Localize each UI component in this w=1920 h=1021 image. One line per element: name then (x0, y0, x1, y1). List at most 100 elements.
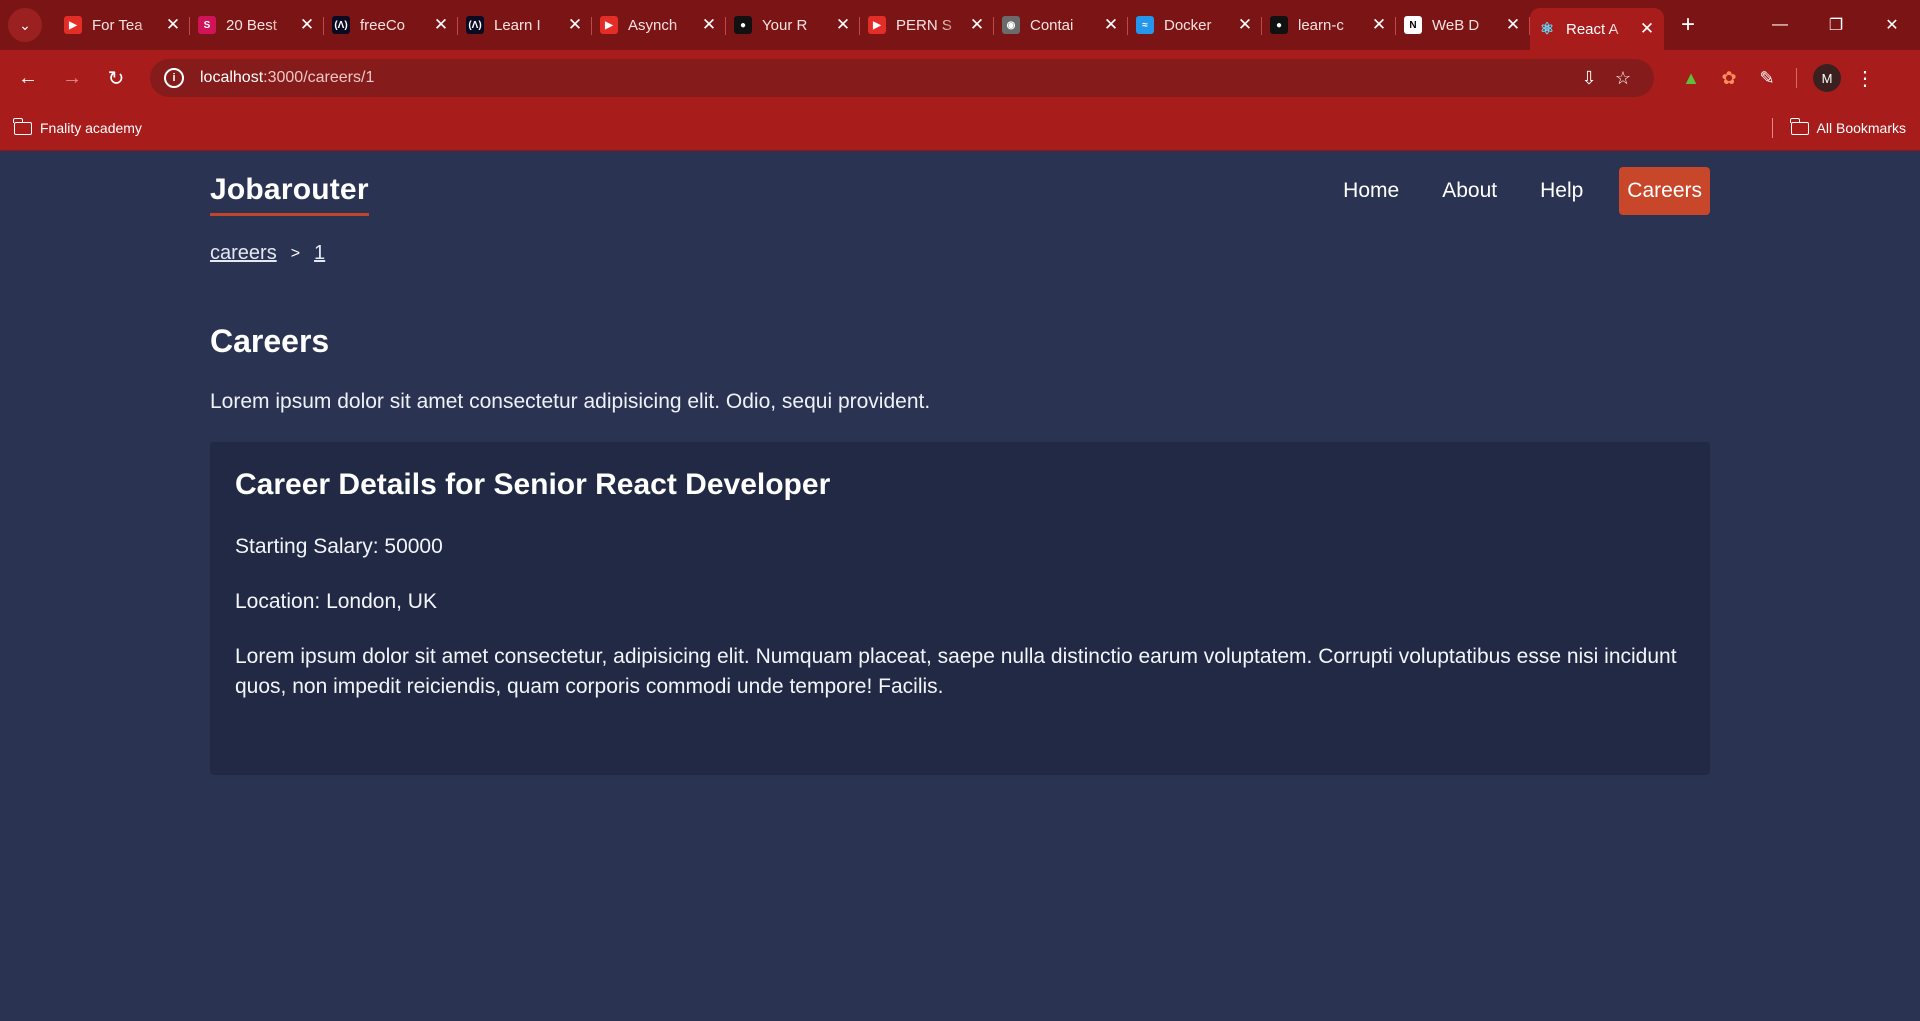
reload-button[interactable]: ↻ (98, 60, 134, 96)
bookmark-folder-label: Fnality academy (40, 120, 142, 136)
nav-about-link[interactable]: About (1434, 167, 1505, 215)
page-intro: Lorem ipsum dolor sit amet consectetur a… (210, 390, 931, 413)
chevron-down-icon: ⌄ (19, 16, 31, 33)
career-heading: Career Details for Senior React Develope… (235, 468, 831, 501)
tree-extension-icon[interactable]: ▲ (1672, 60, 1710, 96)
career-salary: Starting Salary: 50000 (235, 535, 443, 558)
breadcrumb-separator: > (290, 244, 301, 262)
install-app-icon[interactable]: ⇩ (1572, 68, 1606, 89)
youtube-icon: ▶ (64, 16, 82, 34)
nav-careers-link[interactable]: Careers (1619, 167, 1710, 215)
browser-chrome: ⌄ ▶ For Tea ✕ S 20 Best ✕ (Λ) freeCo ✕ (Λ) Learn I… (0, 0, 1920, 151)
main-nav: Home About Help Careers (1316, 167, 1710, 215)
page-container: Jobarouter Home About Help Careers caree… (210, 152, 1710, 775)
breadcrumb: careers > 1 (210, 242, 1710, 265)
github-icon: ● (1270, 16, 1288, 34)
folder-icon (13, 117, 32, 135)
bookmark-folder-fnality[interactable]: Fnality academy (13, 117, 142, 136)
url-text[interactable]: localhost:3000/careers/1 (200, 69, 1572, 87)
back-button[interactable]: ← (10, 60, 46, 96)
tab-close-icon[interactable]: ✕ (1504, 15, 1522, 35)
tab-strip: ⌄ ▶ For Tea ✕ S 20 Best ✕ (Λ) freeCo ✕ (Λ) Learn I… (0, 0, 1920, 50)
tab-title: Learn I (494, 16, 541, 34)
browser-tab[interactable]: N WeB D ✕ (1396, 7, 1530, 43)
breadcrumb-careers-link[interactable]: careers (210, 242, 277, 265)
site-header: Jobarouter Home About Help Careers (210, 152, 1710, 230)
extensions-area: ▲ ✿ ✎ M ⋮ (1672, 60, 1875, 96)
tab-close-icon[interactable]: ✕ (700, 15, 718, 35)
arrow-right-icon: → (62, 66, 82, 89)
page-viewport: Jobarouter Home About Help Careers caree… (0, 152, 1920, 1021)
puzzle-extensions-icon[interactable]: ✎ (1748, 60, 1786, 96)
address-bar[interactable]: i localhost:3000/careers/1 ⇩ ☆ (150, 59, 1654, 97)
tab-search-button[interactable]: ⌄ (8, 8, 42, 42)
browser-tab[interactable]: ▶ For Tea ✕ (56, 7, 190, 43)
new-tab-button[interactable]: + (1670, 7, 1706, 43)
career-details-card: Career Details for Senior React Develope… (210, 442, 1710, 775)
reload-icon: ↻ (107, 67, 125, 90)
page-title: Careers (210, 323, 330, 359)
tab-title: Your R (762, 16, 808, 34)
tab-close-icon[interactable]: ✕ (1102, 15, 1120, 35)
close-window-button[interactable]: ✕ (1864, 0, 1920, 50)
tab-close-icon[interactable]: ✕ (566, 15, 584, 35)
react-icon: ⚛ (1539, 21, 1555, 38)
browser-tab[interactable]: S 20 Best ✕ (190, 7, 324, 43)
globe-icon: ◉ (1002, 16, 1020, 34)
tab-title: freeCo (360, 16, 406, 34)
browser-tab[interactable]: ≈ Docker ✕ (1128, 7, 1262, 43)
tab-title: Docker (1164, 16, 1212, 34)
career-description: Lorem ipsum dolor sit amet consectetur, … (235, 645, 1677, 698)
youtube-icon: ▶ (600, 16, 618, 34)
profile-avatar[interactable]: M (1813, 64, 1841, 92)
browser-tab[interactable]: (Λ) freeCo ✕ (324, 7, 458, 43)
notion-icon: N (1404, 16, 1422, 34)
browser-tab[interactable]: ▶ PERN S ✕ (860, 7, 994, 43)
forward-button[interactable]: → (54, 60, 90, 96)
url-path: :3000/careers/1 (263, 69, 375, 86)
browser-tab[interactable]: ⚛ React A ✕ (1530, 8, 1664, 50)
freecodecamp-icon: (Λ) (332, 16, 350, 34)
folder-icon (1789, 117, 1809, 135)
tab-title: Asynch (628, 16, 678, 34)
menu-kebab-icon[interactable]: ⋮ (1855, 66, 1875, 91)
tab-close-icon[interactable]: ✕ (834, 15, 852, 35)
site-logo[interactable]: Jobarouter (210, 173, 369, 216)
extension-red-icon[interactable]: ✿ (1710, 60, 1748, 96)
bookmarks-bar: Fnality academy All Bookmarks (0, 106, 1920, 151)
career-location: Location: London, UK (235, 590, 437, 613)
tab-list: ▶ For Tea ✕ S 20 Best ✕ (Λ) freeCo ✕ (Λ) Learn I ✕ ▶… (56, 0, 1664, 50)
browser-tab[interactable]: ◉ Contai ✕ (994, 7, 1128, 43)
tab-close-icon[interactable]: ✕ (164, 15, 182, 35)
tab-close-icon[interactable]: ✕ (432, 15, 450, 35)
site-info-icon[interactable]: i (164, 68, 184, 88)
minimize-button[interactable]: — (1752, 0, 1808, 50)
url-host: localhost (200, 69, 264, 86)
tab-close-icon[interactable]: ✕ (298, 15, 316, 35)
browser-toolbar: ← → ↻ i localhost:3000/careers/1 ⇩ ☆ ▲ ✿… (0, 50, 1920, 106)
tab-title: learn-c (1298, 16, 1344, 34)
tab-close-icon[interactable]: ✕ (968, 15, 986, 35)
tab-title: For Tea (92, 16, 143, 34)
browser-tab[interactable]: ● Your R ✕ (726, 7, 860, 43)
plus-icon: + (1680, 11, 1695, 38)
toolbar-divider (1796, 68, 1797, 88)
tab-title: Contai (1030, 16, 1074, 34)
all-bookmarks-button[interactable]: All Bookmarks (1789, 117, 1906, 136)
bookmark-star-icon[interactable]: ☆ (1606, 68, 1640, 89)
browser-tab[interactable]: ▶ Asynch ✕ (592, 7, 726, 43)
tab-close-icon[interactable]: ✕ (1236, 15, 1254, 35)
tab-title: 20 Best (226, 16, 277, 34)
nav-home-link[interactable]: Home (1335, 167, 1407, 215)
docker-icon: ≈ (1136, 16, 1154, 34)
browser-tab[interactable]: (Λ) Learn I ✕ (458, 7, 592, 43)
breadcrumb-id-link[interactable]: 1 (314, 242, 325, 265)
restore-button[interactable]: ❐ (1808, 0, 1864, 50)
nav-help-link[interactable]: Help (1532, 167, 1591, 215)
tab-close-icon[interactable]: ✕ (1370, 15, 1388, 35)
tab-close-icon[interactable]: ✕ (1638, 19, 1656, 39)
tab-title: PERN S (896, 16, 952, 34)
s-icon: S (198, 16, 216, 34)
github-icon: ● (734, 16, 752, 34)
browser-tab[interactable]: ● learn-c ✕ (1262, 7, 1396, 43)
